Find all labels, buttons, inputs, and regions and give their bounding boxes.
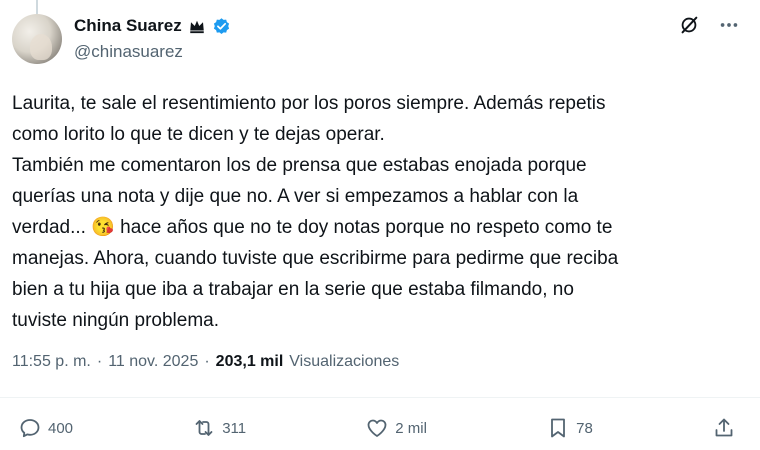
- avatar[interactable]: [12, 14, 62, 64]
- bookmark-count: 78: [576, 419, 593, 437]
- reply-icon: [20, 419, 40, 438]
- author-name-row: China Suarez: [74, 14, 231, 38]
- repost-button[interactable]: 311: [192, 416, 246, 440]
- tweet-time[interactable]: 11:55 p. m.: [12, 353, 91, 371]
- reply-count: 400: [48, 419, 74, 437]
- tweet-top-actions: [678, 14, 740, 36]
- author-display-name[interactable]: China Suarez: [74, 16, 182, 36]
- meta-separator: ·: [204, 353, 210, 370]
- views-label: Visualizaciones: [289, 353, 400, 370]
- tweet-text: Laurita, te sale el resentimiento por lo…: [12, 93, 619, 331]
- thread-connector-line: [36, 0, 38, 14]
- author-handle[interactable]: @chinasuarez: [74, 42, 231, 62]
- reply-button[interactable]: 400: [18, 416, 73, 440]
- share-icon: [715, 418, 733, 437]
- crown-icon: [188, 17, 206, 35]
- share-button[interactable]: [712, 416, 736, 440]
- tweet-metadata: 11:55 p. m. · 11 nov. 2025 · 203,1 mil V…: [12, 353, 399, 371]
- grok-icon[interactable]: [678, 14, 700, 36]
- more-options-icon[interactable]: [718, 14, 740, 36]
- divider: [0, 397, 760, 398]
- repost-count: 311: [222, 419, 247, 437]
- heart-icon: [367, 419, 387, 437]
- like-button[interactable]: 2 mil: [365, 416, 427, 440]
- bookmark-icon: [551, 418, 566, 438]
- meta-separator: ·: [96, 353, 103, 370]
- tweet-date[interactable]: 11 nov. 2025: [108, 353, 198, 371]
- tweet-header: China Suarez @chinasuarez: [74, 14, 231, 62]
- like-count: 2 mil: [395, 419, 427, 437]
- views-count: 203,1 mil: [215, 353, 284, 370]
- bookmark-button[interactable]: 78: [546, 416, 593, 440]
- verified-icon[interactable]: [212, 17, 231, 36]
- repost-icon: [195, 420, 213, 436]
- tweet-action-bar: 400 311 2 mil 78: [18, 414, 736, 442]
